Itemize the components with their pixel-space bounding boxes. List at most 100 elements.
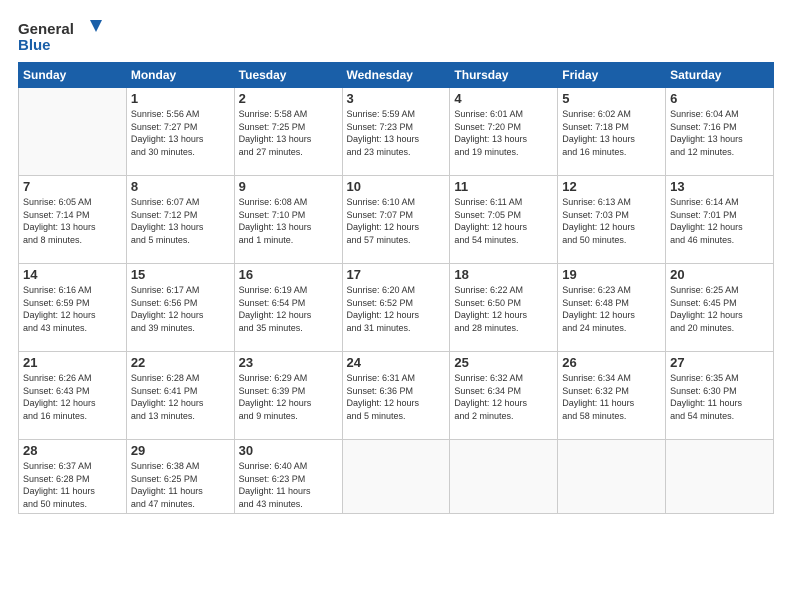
calendar-page: General Blue Sunday Monday Tuesday Wedne…: [0, 0, 792, 612]
calendar-cell: 2 Sunrise: 5:58 AM Sunset: 7:25 PM Daylig…: [234, 88, 342, 176]
calendar-cell: [450, 440, 558, 514]
logo-svg: General Blue: [18, 18, 108, 54]
day-number: 5: [562, 91, 661, 106]
calendar-cell: [19, 88, 127, 176]
day-number: 2: [239, 91, 338, 106]
calendar-cell: 10 Sunrise: 6:10 AM Sunset: 7:07 PM Dayli…: [342, 176, 450, 264]
day-number: 18: [454, 267, 553, 282]
day-number: 12: [562, 179, 661, 194]
day-info: Sunrise: 6:37 AM Sunset: 6:28 PM Dayligh…: [23, 460, 122, 510]
day-number: 21: [23, 355, 122, 370]
day-number: 9: [239, 179, 338, 194]
calendar-cell: 29 Sunrise: 6:38 AM Sunset: 6:25 PM Dayli…: [126, 440, 234, 514]
col-friday: Friday: [558, 63, 666, 88]
calendar-cell: 22Sunrise: 6:28 AM Sunset: 6:41 PM Dayli…: [126, 352, 234, 440]
day-info: Sunrise: 6:10 AM Sunset: 7:07 PM Dayligh…: [347, 196, 446, 246]
day-number: 1: [131, 91, 230, 106]
day-info: Sunrise: 6:32 AM Sunset: 6:34 PM Dayligh…: [454, 372, 553, 422]
day-number: 11: [454, 179, 553, 194]
day-info: Sunrise: 6:26 AM Sunset: 6:43 PM Dayligh…: [23, 372, 122, 422]
calendar-cell: [342, 440, 450, 514]
col-sunday: Sunday: [19, 63, 127, 88]
calendar-cell: 26 Sunrise: 6:34 AM Sunset: 6:32 PM Dayli…: [558, 352, 666, 440]
day-info: Sunrise: 6:38 AM Sunset: 6:25 PM Dayligh…: [131, 460, 230, 510]
calendar-cell: 13 Sunrise: 6:14 AM Sunset: 7:01 PM Dayli…: [666, 176, 774, 264]
day-number: 23: [239, 355, 338, 370]
day-info: Sunrise: 5:59 AM Sunset: 7:23 PM Dayligh…: [347, 108, 446, 158]
day-number: 16: [239, 267, 338, 282]
calendar-cell: 1Sunrise: 5:56 AM Sunset: 7:27 PM Daylig…: [126, 88, 234, 176]
day-number: 15: [131, 267, 230, 282]
calendar-cell: [666, 440, 774, 514]
day-info: Sunrise: 6:14 AM Sunset: 7:01 PM Dayligh…: [670, 196, 769, 246]
calendar-cell: 6 Sunrise: 6:04 AM Sunset: 7:16 PM Daylig…: [666, 88, 774, 176]
day-number: 28: [23, 443, 122, 458]
day-number: 14: [23, 267, 122, 282]
day-number: 24: [347, 355, 446, 370]
svg-text:General: General: [18, 21, 74, 38]
day-info: Sunrise: 6:04 AM Sunset: 7:16 PM Dayligh…: [670, 108, 769, 158]
calendar-cell: 19 Sunrise: 6:23 AM Sunset: 6:48 PM Dayli…: [558, 264, 666, 352]
day-info: Sunrise: 6:29 AM Sunset: 6:39 PM Dayligh…: [239, 372, 338, 422]
day-info: Sunrise: 6:28 AM Sunset: 6:41 PM Dayligh…: [131, 372, 230, 422]
calendar-cell: 30Sunrise: 6:40 AM Sunset: 6:23 PM Dayli…: [234, 440, 342, 514]
svg-text:Blue: Blue: [18, 37, 51, 54]
day-info: Sunrise: 6:23 AM Sunset: 6:48 PM Dayligh…: [562, 284, 661, 334]
day-info: Sunrise: 6:07 AM Sunset: 7:12 PM Dayligh…: [131, 196, 230, 246]
day-number: 26: [562, 355, 661, 370]
day-info: Sunrise: 6:25 AM Sunset: 6:45 PM Dayligh…: [670, 284, 769, 334]
calendar-cell: 9 Sunrise: 6:08 AM Sunset: 7:10 PM Daylig…: [234, 176, 342, 264]
day-info: Sunrise: 6:31 AM Sunset: 6:36 PM Dayligh…: [347, 372, 446, 422]
calendar-cell: 18Sunrise: 6:22 AM Sunset: 6:50 PM Dayli…: [450, 264, 558, 352]
day-info: Sunrise: 6:08 AM Sunset: 7:10 PM Dayligh…: [239, 196, 338, 246]
calendar-cell: 12 Sunrise: 6:13 AM Sunset: 7:03 PM Dayli…: [558, 176, 666, 264]
calendar-cell: 17 Sunrise: 6:20 AM Sunset: 6:52 PM Dayli…: [342, 264, 450, 352]
calendar-cell: 14 Sunrise: 6:16 AM Sunset: 6:59 PM Dayli…: [19, 264, 127, 352]
calendar-cell: 24 Sunrise: 6:31 AM Sunset: 6:36 PM Dayli…: [342, 352, 450, 440]
calendar-cell: 25 Sunrise: 6:32 AM Sunset: 6:34 PM Dayli…: [450, 352, 558, 440]
calendar-cell: 8 Sunrise: 6:07 AM Sunset: 7:12 PM Daylig…: [126, 176, 234, 264]
day-info: Sunrise: 6:01 AM Sunset: 7:20 PM Dayligh…: [454, 108, 553, 158]
col-wednesday: Wednesday: [342, 63, 450, 88]
day-number: 20: [670, 267, 769, 282]
day-info: Sunrise: 6:02 AM Sunset: 7:18 PM Dayligh…: [562, 108, 661, 158]
day-number: 25: [454, 355, 553, 370]
day-number: 4: [454, 91, 553, 106]
day-info: Sunrise: 6:05 AM Sunset: 7:14 PM Dayligh…: [23, 196, 122, 246]
calendar-cell: 3 Sunrise: 5:59 AM Sunset: 7:23 PM Daylig…: [342, 88, 450, 176]
calendar-header-row: Sunday Monday Tuesday Wednesday Thursday…: [19, 63, 774, 88]
logo: General Blue: [18, 18, 108, 54]
day-number: 17: [347, 267, 446, 282]
calendar-table: Sunday Monday Tuesday Wednesday Thursday…: [18, 62, 774, 514]
calendar-cell: 4 Sunrise: 6:01 AM Sunset: 7:20 PM Daylig…: [450, 88, 558, 176]
calendar-cell: 5 Sunrise: 6:02 AM Sunset: 7:18 PM Daylig…: [558, 88, 666, 176]
day-info: Sunrise: 5:58 AM Sunset: 7:25 PM Dayligh…: [239, 108, 338, 158]
day-info: Sunrise: 6:17 AM Sunset: 6:56 PM Dayligh…: [131, 284, 230, 334]
calendar-cell: 15 Sunrise: 6:17 AM Sunset: 6:56 PM Dayli…: [126, 264, 234, 352]
day-info: Sunrise: 6:13 AM Sunset: 7:03 PM Dayligh…: [562, 196, 661, 246]
day-number: 8: [131, 179, 230, 194]
day-info: Sunrise: 6:35 AM Sunset: 6:30 PM Dayligh…: [670, 372, 769, 422]
day-info: Sunrise: 6:16 AM Sunset: 6:59 PM Dayligh…: [23, 284, 122, 334]
calendar-cell: 7 Sunrise: 6:05 AM Sunset: 7:14 PM Daylig…: [19, 176, 127, 264]
day-number: 10: [347, 179, 446, 194]
col-saturday: Saturday: [666, 63, 774, 88]
calendar-cell: 28 Sunrise: 6:37 AM Sunset: 6:28 PM Dayli…: [19, 440, 127, 514]
calendar-cell: 20 Sunrise: 6:25 AM Sunset: 6:45 PM Dayli…: [666, 264, 774, 352]
calendar-cell: 21 Sunrise: 6:26 AM Sunset: 6:43 PM Dayli…: [19, 352, 127, 440]
day-number: 30: [239, 443, 338, 458]
day-info: Sunrise: 6:20 AM Sunset: 6:52 PM Dayligh…: [347, 284, 446, 334]
calendar-cell: 16 Sunrise: 6:19 AM Sunset: 6:54 PM Dayli…: [234, 264, 342, 352]
day-number: 7: [23, 179, 122, 194]
day-number: 13: [670, 179, 769, 194]
day-number: 29: [131, 443, 230, 458]
day-info: Sunrise: 6:19 AM Sunset: 6:54 PM Dayligh…: [239, 284, 338, 334]
day-number: 3: [347, 91, 446, 106]
col-monday: Monday: [126, 63, 234, 88]
day-info: Sunrise: 6:34 AM Sunset: 6:32 PM Dayligh…: [562, 372, 661, 422]
day-number: 6: [670, 91, 769, 106]
calendar-cell: 11 Sunrise: 6:11 AM Sunset: 7:05 PM Dayli…: [450, 176, 558, 264]
day-number: 19: [562, 267, 661, 282]
header: General Blue: [18, 18, 774, 54]
day-info: Sunrise: 6:11 AM Sunset: 7:05 PM Dayligh…: [454, 196, 553, 246]
